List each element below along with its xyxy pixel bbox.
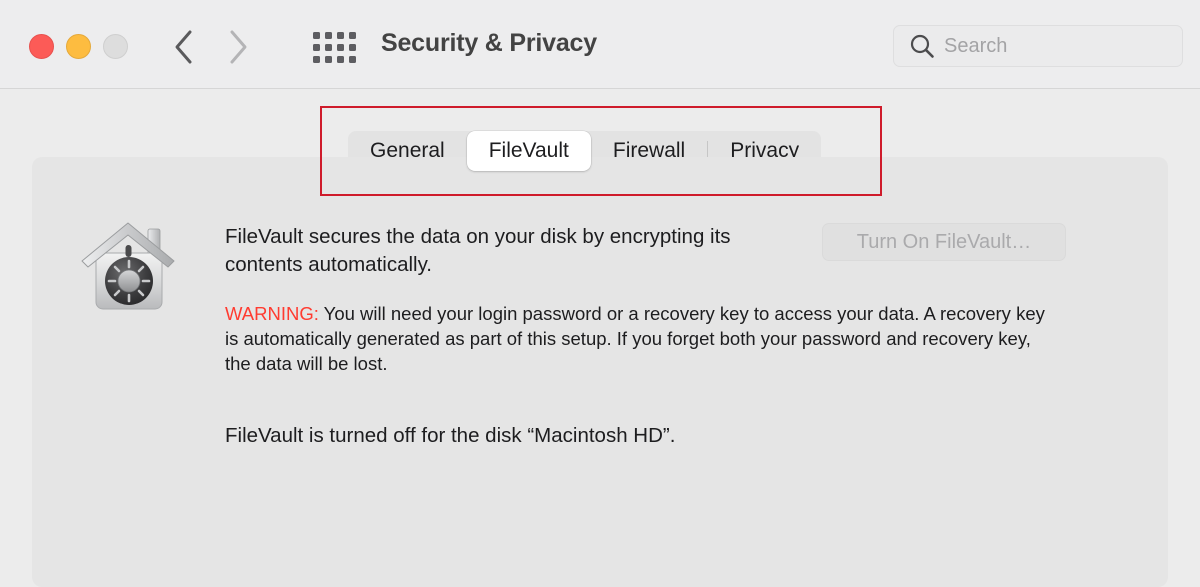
filevault-content-panel: FileVault secures the data on your disk …: [32, 157, 1168, 587]
turn-on-filevault-button[interactable]: Turn On FileVault…: [822, 223, 1066, 261]
warning-label: WARNING:: [225, 303, 319, 324]
navigation-arrows: [170, 26, 252, 68]
grid-dot: [312, 31, 320, 39]
search-field[interactable]: Search: [893, 25, 1183, 67]
close-window-button[interactable]: [29, 34, 54, 59]
search-placeholder-text: Search: [944, 34, 1008, 57]
tab-filevault[interactable]: FileVault: [466, 131, 591, 171]
grid-dot: [348, 55, 356, 63]
search-icon: [908, 32, 936, 60]
grid-dot: [324, 31, 332, 39]
grid-dot: [312, 55, 320, 63]
warning-body: You will need your login password or a r…: [225, 303, 1045, 374]
filevault-status-text: FileVault is turned off for the disk “Ma…: [225, 424, 676, 447]
back-chevron-icon[interactable]: [170, 26, 196, 68]
window-toolbar: Security & Privacy Search: [0, 0, 1200, 89]
zoom-window-button[interactable]: [103, 34, 128, 59]
minimize-window-button[interactable]: [66, 34, 91, 59]
grid-dot: [336, 31, 344, 39]
forward-chevron-icon[interactable]: [226, 26, 252, 68]
show-all-grid-icon[interactable]: [310, 30, 358, 64]
grid-dot: [324, 43, 332, 51]
filevault-house-safe-icon: [76, 215, 186, 320]
filevault-description: FileVault secures the data on your disk …: [225, 225, 731, 276]
page-title: Security & Privacy: [381, 29, 597, 57]
traffic-light-group: [29, 34, 128, 59]
grid-dot: [324, 55, 332, 63]
grid-dot: [336, 43, 344, 51]
grid-dot: [312, 43, 320, 51]
tab-bar-area: General FileVault Firewall Privacy: [0, 89, 1200, 171]
grid-dot: [336, 55, 344, 63]
grid-dot: [348, 31, 356, 39]
grid-dot: [348, 43, 356, 51]
filevault-warning-text: WARNING: You will need your login passwo…: [225, 301, 1060, 376]
